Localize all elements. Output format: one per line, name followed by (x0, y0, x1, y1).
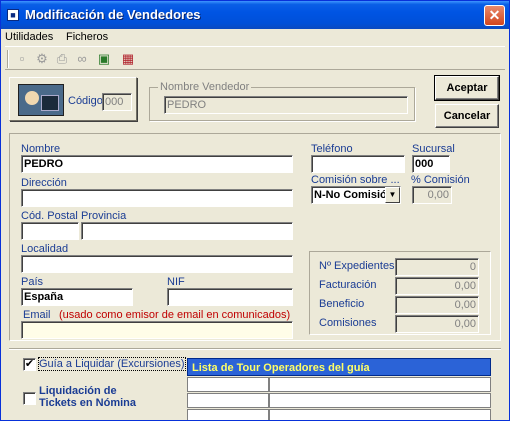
nif-field[interactable] (167, 288, 293, 306)
cod-postal-field[interactable] (21, 222, 79, 240)
email-label: Email (23, 309, 51, 321)
chevron-down-icon[interactable]: ▼ (385, 187, 400, 203)
nif-label: NIF (167, 276, 185, 288)
facturacion-field: 0,00 (395, 277, 479, 295)
beneficio-field: 0,00 (395, 296, 479, 314)
pais-label: País (21, 276, 44, 288)
menu-ficheros[interactable]: Ficheros (66, 31, 108, 43)
aceptar-button[interactable]: Aceptar (434, 75, 500, 101)
nombre-field[interactable]: PEDRO (21, 155, 293, 173)
expedientes-label: Nº Expedientes (319, 260, 395, 272)
cancelar-button[interactable]: Cancelar (435, 104, 499, 128)
tour-list-header: Lista de Tour Operadores del guía (187, 358, 491, 376)
guia-checkbox[interactable]: ✔ (23, 358, 36, 371)
pct-comision-field[interactable]: 0,00 (412, 186, 452, 204)
binoculars-icon[interactable]: ∞ (73, 50, 91, 68)
codigo-panel: Código 000 (9, 77, 137, 121)
tour-list-cell[interactable] (187, 393, 269, 408)
pct-comision-label: % Comisión (411, 174, 470, 186)
chart-icon[interactable]: ▦ (119, 50, 137, 68)
pais-field[interactable]: España (21, 288, 133, 306)
provincia-field[interactable] (81, 222, 293, 240)
nombre-vendedor-group: Nombre Vendedor PEDRO (149, 81, 415, 121)
comision-sobre-label: Comisión sobre ... (311, 174, 400, 186)
nombre-vendedor-label: Nombre Vendedor (158, 81, 252, 93)
window-title: Modificación de Vendedores (25, 7, 201, 22)
nombre-vendedor-field[interactable]: PEDRO (164, 96, 408, 114)
toolbar: ▫ ⚙ ⎙ ∞ ▣ ▦ (5, 46, 505, 70)
cod-postal-label: Cód. Postal (21, 210, 78, 222)
provincia-label: Provincia (81, 210, 127, 222)
comisiones-label: Comisiones (319, 317, 377, 329)
close-icon: ✕ (488, 7, 501, 23)
comisiones-field: 0,00 (395, 315, 479, 333)
localidad-label: Localidad (21, 243, 69, 255)
close-button[interactable]: ✕ (484, 5, 505, 26)
tour-list-cell[interactable] (269, 409, 491, 420)
beneficio-label: Beneficio (319, 298, 365, 310)
direccion-field[interactable] (21, 189, 293, 207)
telefono-label: Teléfono (311, 143, 353, 155)
divider (9, 348, 501, 350)
nombre-label: Nombre (21, 143, 61, 155)
liquidacion-label-line1: Liquidación de (39, 385, 117, 397)
print-icon[interactable]: ⎙ (53, 50, 71, 68)
expedientes-field: 0 (395, 258, 479, 276)
liquidacion-label-line2: Tickets en Nómina (39, 397, 136, 409)
settings-icon[interactable]: ⚙ (33, 50, 51, 68)
codigo-field[interactable]: 000 (102, 93, 132, 111)
app-icon: ■ (7, 9, 19, 21)
localidad-field[interactable] (21, 255, 293, 273)
comision-sobre-value: N-No Comisiór (314, 189, 391, 201)
sucursal-field[interactable]: 000 (412, 155, 450, 173)
email-field[interactable] (21, 321, 293, 339)
tour-list-cell[interactable] (187, 377, 269, 392)
tour-list-cell[interactable] (187, 409, 269, 420)
save-icon[interactable]: ▫ (13, 50, 31, 68)
direccion-label: Dirección (21, 177, 67, 189)
email-note: (usado como emisor de email en comunicad… (59, 309, 291, 321)
tour-list-cell[interactable] (269, 393, 491, 408)
title-bar: ■ Modificación de Vendedores ✕ (1, 1, 509, 29)
sucursal-label: Sucursal (412, 143, 455, 155)
guia-label[interactable]: Guía a Liquidar (Excursiones) (38, 357, 186, 371)
vendor-picture-icon (18, 84, 64, 116)
menu-bar: Utilidades Ficheros (1, 29, 509, 45)
menu-utilidades[interactable]: Utilidades (5, 31, 53, 43)
facturacion-label: Facturación (319, 279, 377, 291)
liquidacion-checkbox[interactable] (23, 392, 36, 405)
import-icon[interactable]: ▣ (95, 50, 113, 68)
codigo-label: Código (68, 95, 103, 107)
toolbar-grip (7, 50, 9, 68)
tour-list-cell[interactable] (269, 377, 491, 392)
telefono-field[interactable] (311, 155, 405, 173)
window: ■ Modificación de Vendedores ✕ Utilidade… (0, 0, 510, 421)
